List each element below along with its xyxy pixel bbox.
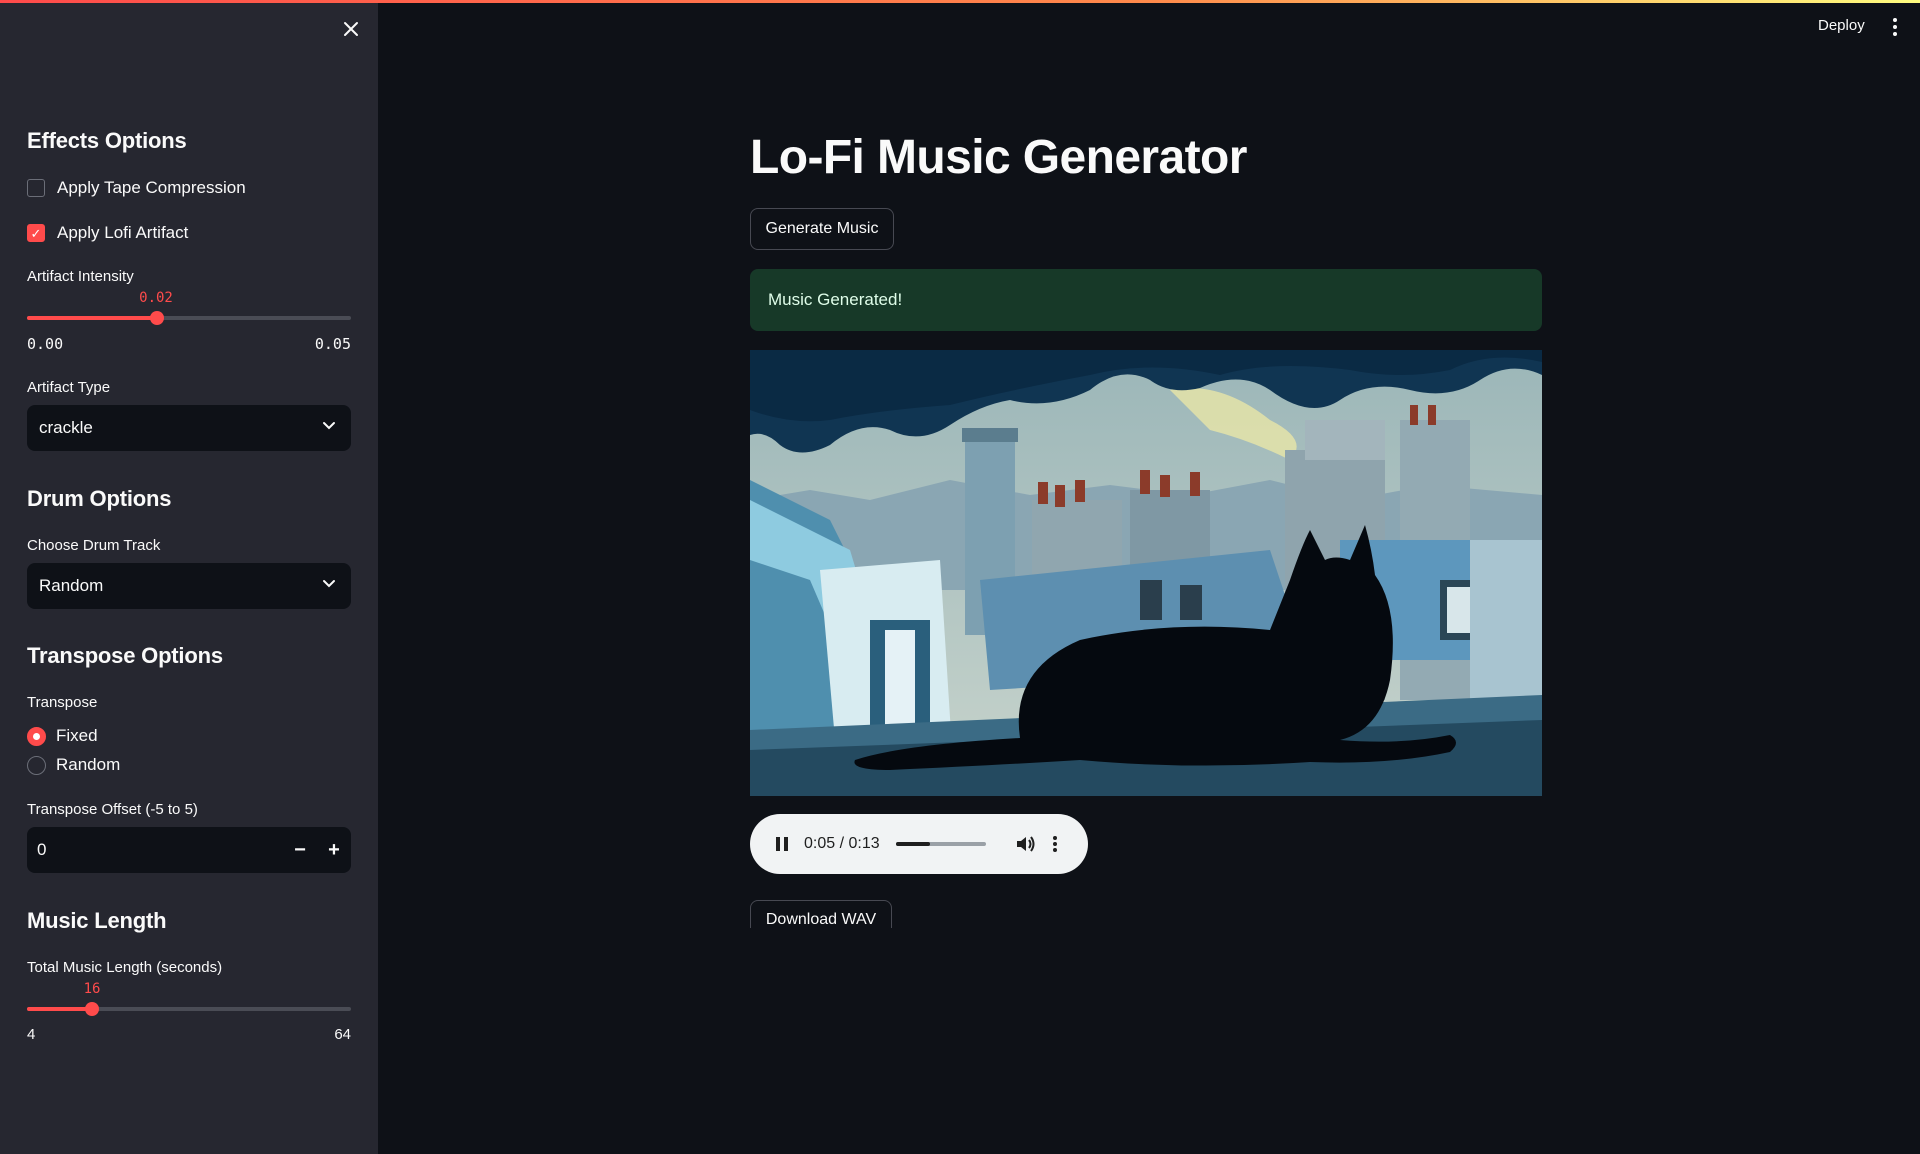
artifact-intensity-max: 0.05: [314, 335, 351, 353]
success-alert: Music Generated!: [750, 269, 1542, 331]
artifact-intensity-value: 0.02: [139, 290, 173, 306]
drum-track-select[interactable]: Random: [27, 563, 351, 609]
music-length-slider[interactable]: [27, 1002, 351, 1016]
music-length-max: 64: [334, 1026, 351, 1043]
artifact-intensity-label: Artifact Intensity: [27, 268, 134, 285]
increment-button[interactable]: +: [317, 828, 351, 872]
checkbox-box[interactable]: [27, 179, 45, 197]
slider-fill: [27, 1007, 92, 1011]
success-message: Music Generated!: [768, 290, 903, 309]
transpose-heading: Transpose Options: [27, 643, 223, 668]
transpose-offset-input[interactable]: − +: [27, 827, 351, 873]
lofi-artifact-checkbox[interactable]: ✓ Apply Lofi Artifact: [27, 223, 188, 243]
slider-fill: [27, 316, 157, 320]
transpose-label: Transpose: [27, 694, 98, 711]
checkbox-box-checked[interactable]: ✓: [27, 224, 45, 242]
lofi-artifact-label: Apply Lofi Artifact: [57, 223, 189, 242]
top-decoration-bar: [0, 0, 1920, 3]
audio-progress-bar[interactable]: [895, 842, 986, 846]
close-icon[interactable]: [338, 16, 364, 42]
decrement-button[interactable]: −: [283, 828, 317, 872]
music-length-label: Total Music Length (seconds): [27, 959, 223, 976]
transpose-offset-label: Transpose Offset (-5 to 5): [27, 801, 198, 818]
cat-rooftop-illustration: [750, 350, 1542, 796]
drum-track-value: Random: [39, 576, 104, 595]
sidebar: Effects Options Apply Tape Compression ✓…: [0, 0, 378, 1154]
audio-player[interactable]: 0:05 / 0:13: [750, 814, 1088, 874]
artifact-intensity-min: 0.00: [27, 335, 64, 353]
tape-compression-label: Apply Tape Compression: [57, 178, 246, 197]
pause-icon[interactable]: [770, 832, 794, 856]
slider-thumb[interactable]: [149, 311, 164, 325]
volume-icon[interactable]: [1014, 833, 1036, 855]
effects-heading: Effects Options: [27, 128, 187, 153]
radio-random[interactable]: Random: [27, 755, 120, 775]
deploy-button[interactable]: Deploy: [1818, 17, 1865, 34]
artifact-type-value: crackle: [39, 418, 93, 437]
artifact-type-select[interactable]: crackle: [27, 405, 351, 451]
slider-thumb[interactable]: [84, 1002, 99, 1016]
kebab-menu-icon[interactable]: [1888, 16, 1902, 38]
download-button-container: Download WAV: [750, 900, 900, 928]
radio-fixed[interactable]: Fixed: [27, 726, 98, 746]
audio-time: 0:05 / 0:13: [804, 835, 880, 852]
kebab-menu-icon[interactable]: [1050, 834, 1060, 854]
progress-fill: [895, 842, 930, 846]
radio-button-selected[interactable]: [27, 726, 46, 746]
page-title: Lo-Fi Music Generator: [750, 131, 1247, 184]
radio-fixed-label: Fixed: [56, 726, 98, 745]
drum-heading: Drum Options: [27, 486, 172, 511]
download-wav-button[interactable]: Download WAV: [750, 900, 892, 928]
check-icon: ✓: [30, 225, 42, 241]
music-length-min: 4: [27, 1026, 36, 1043]
artifact-intensity-slider[interactable]: [27, 311, 351, 325]
music-length-heading: Music Length: [27, 908, 167, 933]
music-length-value: 16: [83, 981, 101, 997]
transpose-offset-field[interactable]: [27, 828, 283, 872]
generate-music-button[interactable]: Generate Music: [750, 208, 894, 250]
album-art-image: [750, 350, 1542, 796]
radio-random-label: Random: [56, 755, 121, 774]
radio-button[interactable]: [27, 755, 46, 775]
drum-track-label: Choose Drum Track: [27, 537, 161, 554]
chevron-down-icon: [323, 422, 335, 430]
artifact-type-label: Artifact Type: [27, 379, 111, 396]
chevron-down-icon: [323, 580, 335, 588]
tape-compression-checkbox[interactable]: Apply Tape Compression: [27, 178, 246, 198]
